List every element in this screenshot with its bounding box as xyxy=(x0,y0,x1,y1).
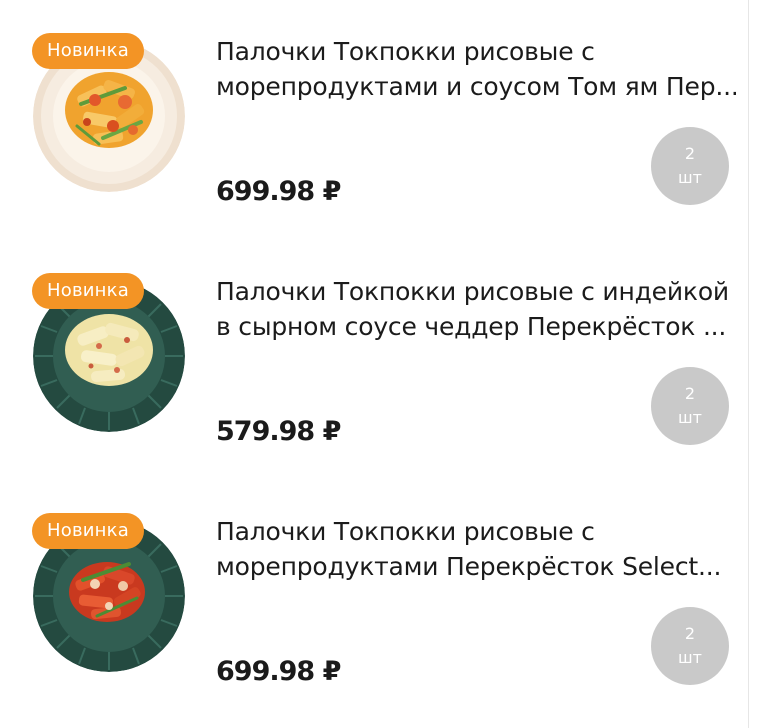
quantity-unit: шт xyxy=(678,168,702,187)
product-title-line: Палочки Токпокки рисовые с индейкой xyxy=(216,277,729,306)
quantity-value: 2 xyxy=(684,624,696,643)
quantity-button[interactable]: 2 шт xyxy=(651,127,729,205)
product-title-line: морепродуктами Перекрёсток Select... xyxy=(216,552,722,581)
product-title-line: в сырном соусе чеддер Перекрёсток ... xyxy=(216,312,727,341)
quantity-unit: шт xyxy=(678,408,702,427)
quantity-unit: шт xyxy=(678,648,702,667)
new-badge: Новинка xyxy=(32,273,144,309)
quantity-value: 2 xyxy=(684,384,696,403)
product-title[interactable]: Палочки Токпокки рисовые с морепродуктам… xyxy=(216,514,736,584)
quantity-button[interactable]: 2 шт xyxy=(651,367,729,445)
product-card[interactable]: Новинка Палочки Токпокки рисовые с мореп… xyxy=(0,30,748,230)
new-badge: Новинка xyxy=(32,513,144,549)
quantity-button[interactable]: 2 шт xyxy=(651,607,729,685)
product-title-line: Палочки Токпокки рисовые с xyxy=(216,37,595,66)
product-title[interactable]: Палочки Токпокки рисовые с морепродуктам… xyxy=(216,34,736,104)
product-card[interactable]: Новинка Палочки Токпокки рисовые с индей… xyxy=(0,270,748,470)
product-title-line: Палочки Токпокки рисовые с xyxy=(216,517,595,546)
product-card[interactable]: Новинка Палочки Токпокки рисовые с мореп… xyxy=(0,510,748,710)
product-price: 579.98 ₽ xyxy=(216,416,341,447)
product-list: Новинка Палочки Токпокки рисовые с мореп… xyxy=(0,0,760,728)
product-title-line: морепродуктами и соусом Том ям Пер... xyxy=(216,72,736,101)
product-title[interactable]: Палочки Токпокки рисовые с индейкой в сы… xyxy=(216,274,736,344)
new-badge: Новинка xyxy=(32,33,144,69)
quantity-value: 2 xyxy=(684,144,696,163)
product-price: 699.98 ₽ xyxy=(216,656,341,687)
product-price: 699.98 ₽ xyxy=(216,176,341,207)
